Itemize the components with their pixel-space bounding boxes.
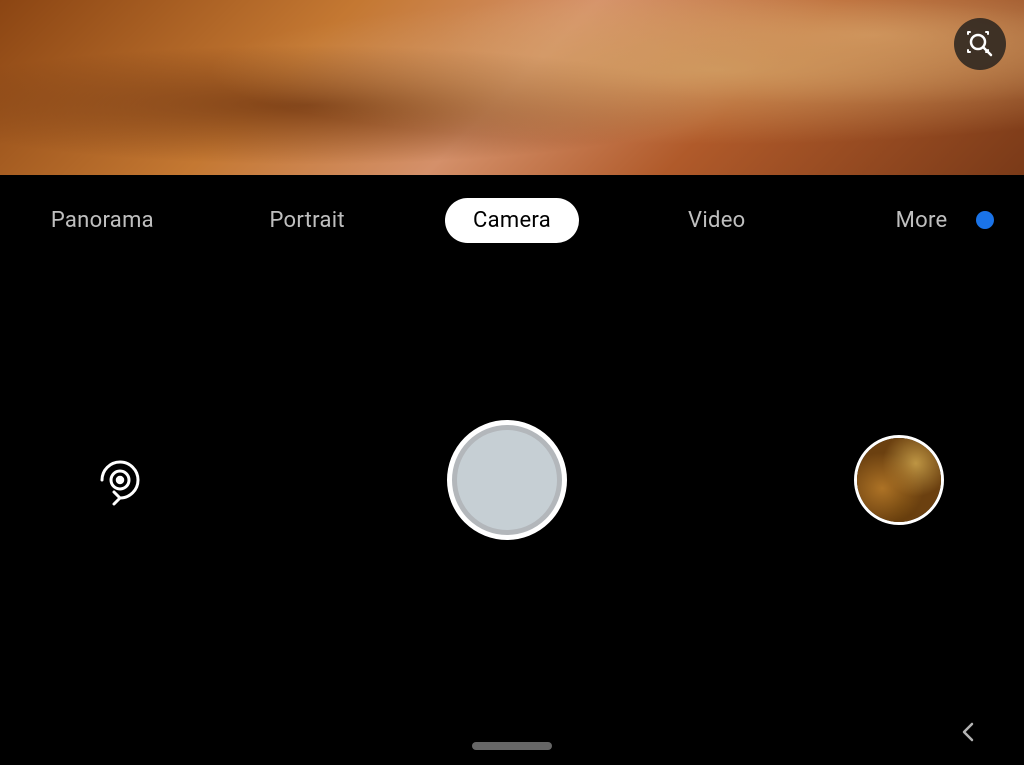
mode-panorama-label: Panorama (51, 208, 154, 233)
home-indicator[interactable] (472, 742, 552, 750)
viewfinder (0, 0, 1024, 175)
gallery-thumbnail[interactable] (854, 435, 944, 525)
mode-more-label: More (896, 208, 948, 233)
mode-bar: Panorama Portrait Camera Video More (0, 175, 1024, 265)
mode-camera-active-bg: Camera (445, 198, 579, 243)
blue-dot-indicator (976, 211, 994, 229)
mode-more[interactable]: More (819, 175, 1024, 265)
mode-camera-label: Camera (473, 208, 551, 233)
back-button[interactable] (954, 717, 984, 747)
gallery-image (857, 438, 941, 522)
controls-area (0, 265, 1024, 695)
bottom-bar (0, 695, 1024, 765)
mode-video[interactable]: Video (614, 175, 819, 265)
lens-button[interactable] (954, 18, 1006, 70)
lens-icon (965, 29, 995, 59)
mode-video-label: Video (688, 208, 745, 233)
back-chevron-icon (957, 720, 981, 744)
mode-camera[interactable]: Camera (410, 175, 615, 265)
mode-portrait[interactable]: Portrait (205, 175, 410, 265)
flip-camera-button[interactable] (80, 440, 160, 520)
mode-panorama[interactable]: Panorama (0, 175, 205, 265)
flip-camera-icon (84, 444, 156, 516)
shutter-button[interactable] (447, 420, 567, 540)
mode-portrait-label: Portrait (269, 208, 344, 233)
